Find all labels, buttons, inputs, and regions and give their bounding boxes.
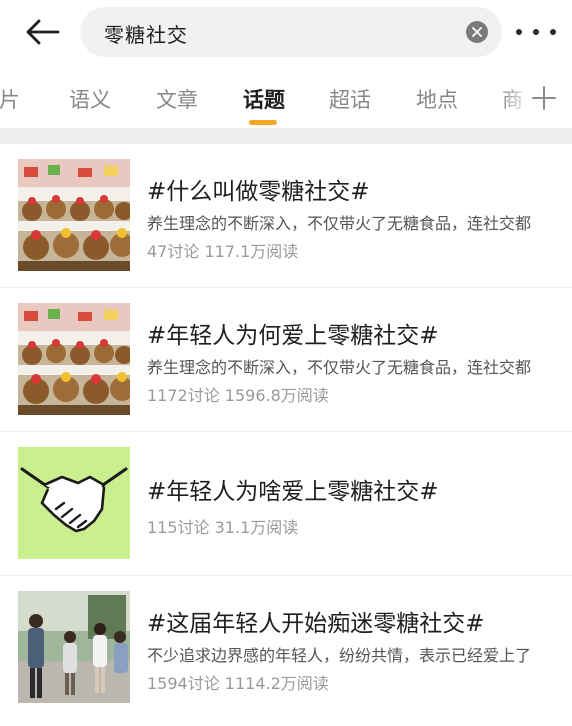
topic-title: #这届年轻人开始痴迷零糖社交#	[147, 611, 485, 637]
active-tab-indicator	[249, 120, 277, 125]
plush-toys-image	[18, 159, 130, 271]
topic-thumbnail	[18, 447, 130, 559]
tab-super-topics[interactable]: 超话	[329, 84, 371, 114]
topic-description: 养生理念的不断深入，不仅带火了无糖食品，连社交都	[147, 214, 532, 233]
people-outdoor-image	[18, 591, 130, 703]
topic-title: #什么叫做零糖社交#	[147, 179, 370, 205]
more-dot-icon	[533, 29, 539, 35]
topic-item[interactable]: #年轻人为啥爱上零糖社交# 115讨论 31.1万阅读	[0, 432, 572, 576]
topic-description: 不少追求边界感的年轻人，纷纷共情，表示已经爱上了	[147, 646, 532, 665]
topic-stats: 115讨论 31.1万阅读	[147, 518, 299, 537]
add-tab-icon[interactable]	[530, 84, 558, 112]
tab-places[interactable]: 地点	[416, 84, 458, 114]
topic-stats: 1172讨论 1596.8万阅读	[147, 386, 329, 405]
topic-list: #什么叫做零糖社交# 养生理念的不断深入，不仅带火了无糖食品，连社交都 47讨论…	[0, 144, 572, 720]
back-arrow-icon	[26, 19, 60, 45]
tab-images[interactable]: 图片	[0, 84, 20, 114]
topic-item[interactable]: #这届年轻人开始痴迷零糖社交# 不少追求边界感的年轻人，纷纷共情，表示已经爱上了…	[0, 576, 572, 720]
close-icon	[472, 27, 482, 37]
tab-topics[interactable]: 话题	[243, 84, 285, 114]
topic-description: 养生理念的不断深入，不仅带火了无糖食品，连社交都	[147, 358, 532, 377]
back-button[interactable]	[22, 14, 62, 50]
clear-search-button[interactable]	[466, 21, 488, 43]
tab-articles[interactable]: 文章	[156, 84, 198, 114]
more-dot-icon	[516, 29, 522, 35]
topic-title: #年轻人为何爱上零糖社交#	[147, 323, 439, 349]
topic-item[interactable]: #年轻人为何爱上零糖社交# 养生理念的不断深入，不仅带火了无糖食品，连社交都 1…	[0, 288, 572, 432]
topic-thumbnail	[18, 159, 130, 271]
tab-semantic[interactable]: 语义	[69, 84, 111, 114]
topic-thumbnail	[18, 303, 130, 415]
section-divider	[0, 128, 572, 144]
topic-title: #年轻人为啥爱上零糖社交#	[147, 479, 439, 505]
topic-thumbnail	[18, 591, 130, 703]
topic-stats: 1594讨论 1114.2万阅读	[147, 674, 329, 693]
search-query: 零糖社交	[104, 23, 188, 47]
search-input[interactable]: 零糖社交	[80, 7, 502, 57]
more-dot-icon	[550, 29, 556, 35]
more-options-button[interactable]	[516, 22, 556, 42]
topic-item[interactable]: #什么叫做零糖社交# 养生理念的不断深入，不仅带火了无糖食品，连社交都 47讨论…	[0, 144, 572, 288]
topic-stats: 47讨论 117.1万阅读	[147, 242, 299, 261]
search-header: 零糖社交	[0, 0, 572, 64]
search-tabs: 图片 语义 文章 话题 超话 地点 商	[0, 68, 572, 128]
handshake-icon	[18, 447, 130, 559]
plush-toys-image	[18, 303, 130, 415]
